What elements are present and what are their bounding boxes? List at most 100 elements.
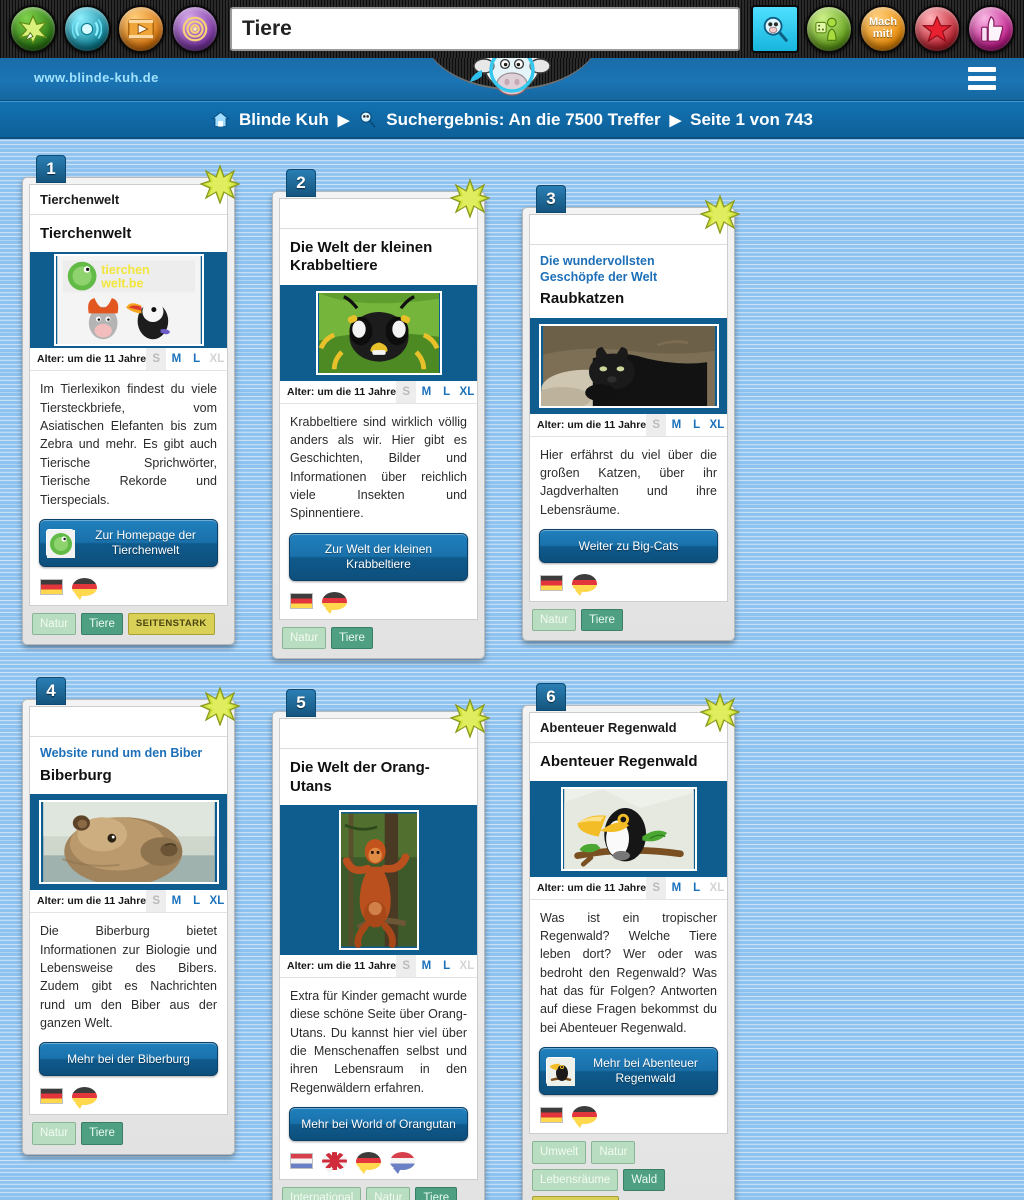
size-s[interactable]: S: [146, 890, 167, 913]
card-visit-button[interactable]: Mehr bei der Biberburg: [39, 1042, 218, 1077]
flag-de-icon: [540, 575, 563, 592]
flag-de-icon: [290, 592, 313, 609]
size-s[interactable]: S: [146, 348, 167, 371]
machmit-orb[interactable]: Mach mit!: [859, 5, 907, 53]
stern-orb[interactable]: [913, 5, 961, 53]
card-thumbnail[interactable]: [530, 317, 727, 414]
size-xl[interactable]: XL: [206, 348, 228, 371]
suche-orb[interactable]: [751, 5, 799, 53]
size-s[interactable]: S: [646, 876, 667, 899]
card-inner: Website rund um den Biber Biberburg Alte…: [29, 706, 228, 1116]
size-m[interactable]: M: [666, 413, 687, 436]
result-card-slot: 1 Tierchenwelt Tierchenwelt tierchen wel…: [22, 155, 272, 659]
language-flags: [30, 575, 227, 605]
card-title[interactable]: Die Welt der Orang-Utans: [280, 749, 477, 805]
game-piece-icon: [815, 17, 837, 41]
tag-2[interactable]: SEITENSTARK: [127, 612, 215, 636]
tag-0[interactable]: Natur: [32, 1122, 77, 1145]
size-s[interactable]: S: [396, 954, 417, 977]
card-visit-button[interactable]: Zur Homepage der Tierchenwelt: [39, 518, 218, 567]
tag-0[interactable]: Natur: [532, 609, 577, 632]
tag-1[interactable]: Natur: [591, 1141, 636, 1164]
tag-2[interactable]: Tiere: [415, 1187, 458, 1200]
tag-3[interactable]: Wald: [623, 1168, 666, 1191]
size-l[interactable]: L: [186, 890, 207, 913]
card-visit-button[interactable]: Zur Welt der kleinen Krabbeltiere: [289, 532, 468, 581]
breadcrumb-home[interactable]: Blinde Kuh: [239, 110, 329, 130]
size-s[interactable]: S: [646, 413, 667, 436]
language-flags: [530, 1103, 727, 1133]
card-thumbnail[interactable]: [530, 780, 727, 877]
spiele-orb[interactable]: [9, 5, 57, 53]
card-thumbnail[interactable]: [30, 794, 227, 891]
size-xl[interactable]: XL: [706, 876, 728, 899]
size-m[interactable]: M: [666, 876, 687, 899]
card-visit-button[interactable]: Mehr bei Abenteuer Regenwald: [539, 1047, 718, 1096]
result-rank: 2: [286, 169, 316, 197]
result-card: Die wundervollsten Geschöpfe der Welt Ra…: [522, 194, 740, 642]
tag-0[interactable]: Natur: [282, 626, 327, 650]
size-m[interactable]: M: [416, 954, 437, 977]
card-tags: Natur Tiere: [279, 620, 478, 652]
bubble-de-icon: [322, 591, 347, 614]
machmit-label: Mach mit!: [869, 17, 897, 40]
search-results-grid: 1 Tierchenwelt Tierchenwelt tierchen wel…: [0, 139, 1024, 1200]
sound-orb[interactable]: [63, 5, 111, 53]
spiel-orb[interactable]: [805, 5, 853, 53]
tag-0[interactable]: Natur: [32, 612, 77, 636]
size-xl[interactable]: XL: [206, 890, 228, 913]
tag-1[interactable]: Tiere: [331, 626, 373, 650]
video-orb[interactable]: [117, 5, 165, 53]
card-description: Die Biberburg bietet Informationen zur B…: [40, 924, 217, 1031]
size-s[interactable]: S: [396, 380, 417, 403]
card-title[interactable]: Abenteuer Regenwald: [530, 743, 727, 780]
card-title[interactable]: Biberburg: [30, 762, 227, 794]
language-flags: [280, 1149, 477, 1179]
card-thumbnail[interactable]: [280, 804, 477, 955]
breadcrumb-arrow-2: ▶: [669, 111, 682, 129]
size-m[interactable]: M: [416, 380, 437, 403]
age-label: Alter: um die 11 Jahre: [537, 881, 647, 894]
card-visit-button[interactable]: Weiter zu Big-Cats: [539, 529, 718, 564]
breadcrumb-page: Seite 1 von 743: [690, 109, 813, 129]
tag-0[interactable]: Umwelt: [532, 1141, 587, 1164]
language-flags: [280, 589, 477, 619]
flag-de-icon: [40, 1088, 63, 1105]
card-title[interactable]: Die Welt der kleinen Krabbeltiere: [280, 229, 477, 285]
card-thumbnail[interactable]: tierchen welt.be: [30, 252, 227, 349]
size-l[interactable]: L: [436, 380, 457, 403]
sound-waves-icon: [72, 19, 102, 39]
tag-1[interactable]: Tiere: [81, 612, 123, 636]
card-headline-empty: [280, 199, 477, 229]
card-thumbnail[interactable]: [280, 284, 477, 381]
spiral-orb[interactable]: [171, 5, 219, 53]
card-title[interactable]: Tierchenwelt: [30, 215, 227, 252]
size-l[interactable]: L: [686, 876, 707, 899]
card-visit-button[interactable]: Mehr bei World of Orangutan: [289, 1107, 468, 1142]
size-l[interactable]: L: [686, 413, 707, 436]
tag-0[interactable]: International: [282, 1187, 362, 1200]
tag-1[interactable]: Natur: [366, 1187, 411, 1200]
tag-4[interactable]: SEITENSTARK: [532, 1195, 619, 1200]
menu-button[interactable]: [968, 67, 996, 94]
size-m[interactable]: M: [166, 890, 187, 913]
result-card: Die Welt der kleinen Krabbeltiere Alter:…: [272, 178, 490, 660]
tag-1[interactable]: Tiere: [581, 609, 623, 632]
card-title[interactable]: Raubkatzen: [530, 285, 727, 317]
card-inner: Die Welt der kleinen Krabbeltiere Alter:…: [279, 198, 478, 620]
language-flags: [530, 571, 727, 601]
search-input[interactable]: [230, 7, 740, 51]
svg-text:welt.be: welt.be: [100, 277, 143, 291]
breadcrumb-result[interactable]: Suchergebnis: An die 7500 Treffer: [386, 110, 660, 130]
daumen-orb[interactable]: [967, 5, 1015, 53]
tag-2[interactable]: Lebensräume: [532, 1168, 619, 1191]
size-m[interactable]: M: [166, 348, 187, 371]
size-l[interactable]: L: [436, 954, 457, 977]
age-label: Alter: um die 11 Jahre: [287, 385, 397, 398]
size-l[interactable]: L: [186, 348, 207, 371]
size-xl[interactable]: XL: [706, 413, 728, 436]
card-visit-label: Mehr bei Abenteuer Regenwald: [593, 1056, 698, 1086]
size-xl[interactable]: XL: [456, 954, 478, 977]
size-xl[interactable]: XL: [456, 380, 478, 403]
tag-1[interactable]: Tiere: [81, 1122, 123, 1145]
